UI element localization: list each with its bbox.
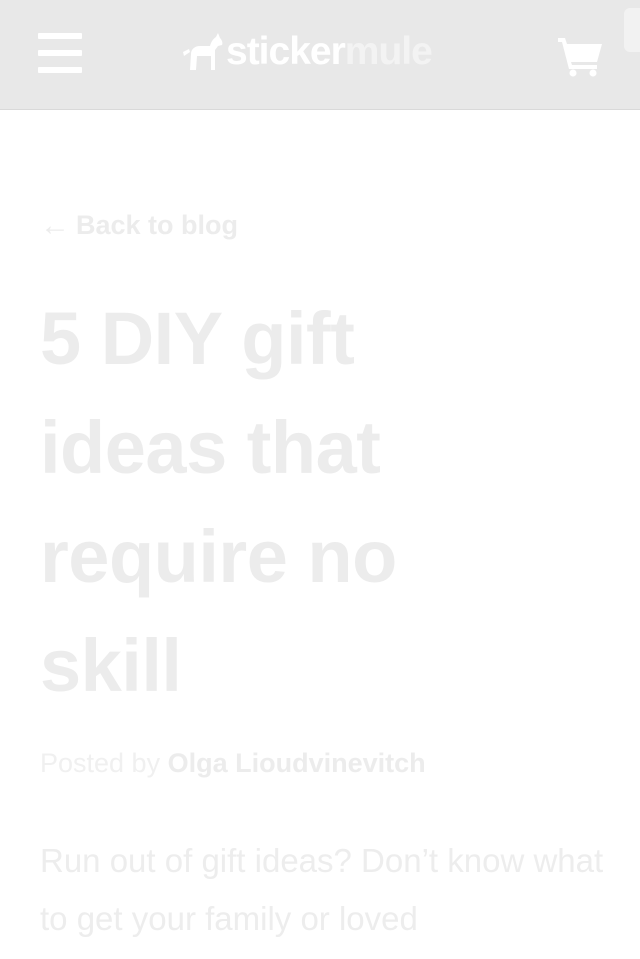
logo-wordmark: stickermule [226,30,433,74]
menu-bar [38,50,82,56]
site-header: stickermule [0,0,640,110]
hamburger-menu-icon[interactable] [38,33,82,73]
post-byline: Posted by Olga Lioudvinevitch [40,748,426,779]
back-to-blog-label: Back to blog [76,210,239,240]
menu-bar [38,33,82,39]
menu-bar [38,67,82,73]
post-intro-paragraph: Run out of gift ideas? Don’t know what t… [40,842,604,937]
logo-wordmark-sticker: sticker [226,30,346,73]
left-arrow-icon: ← [40,208,70,242]
logo-wordmark-mule: mule [344,30,433,73]
back-to-blog-link[interactable]: ← Back to blog [40,210,238,241]
mule-logo-icon [183,33,223,70]
byline-prefix: Posted by [40,748,161,778]
shopping-cart-icon[interactable] [556,35,604,77]
scrollbar-thumb[interactable] [624,8,640,52]
post-title: 5 DIY gift ideas that require no skill [40,297,397,707]
sticker-mule-logo[interactable]: stickermule [180,30,433,74]
author-link[interactable]: Olga Lioudvinevitch [168,748,426,778]
cart-glyph [558,38,602,77]
